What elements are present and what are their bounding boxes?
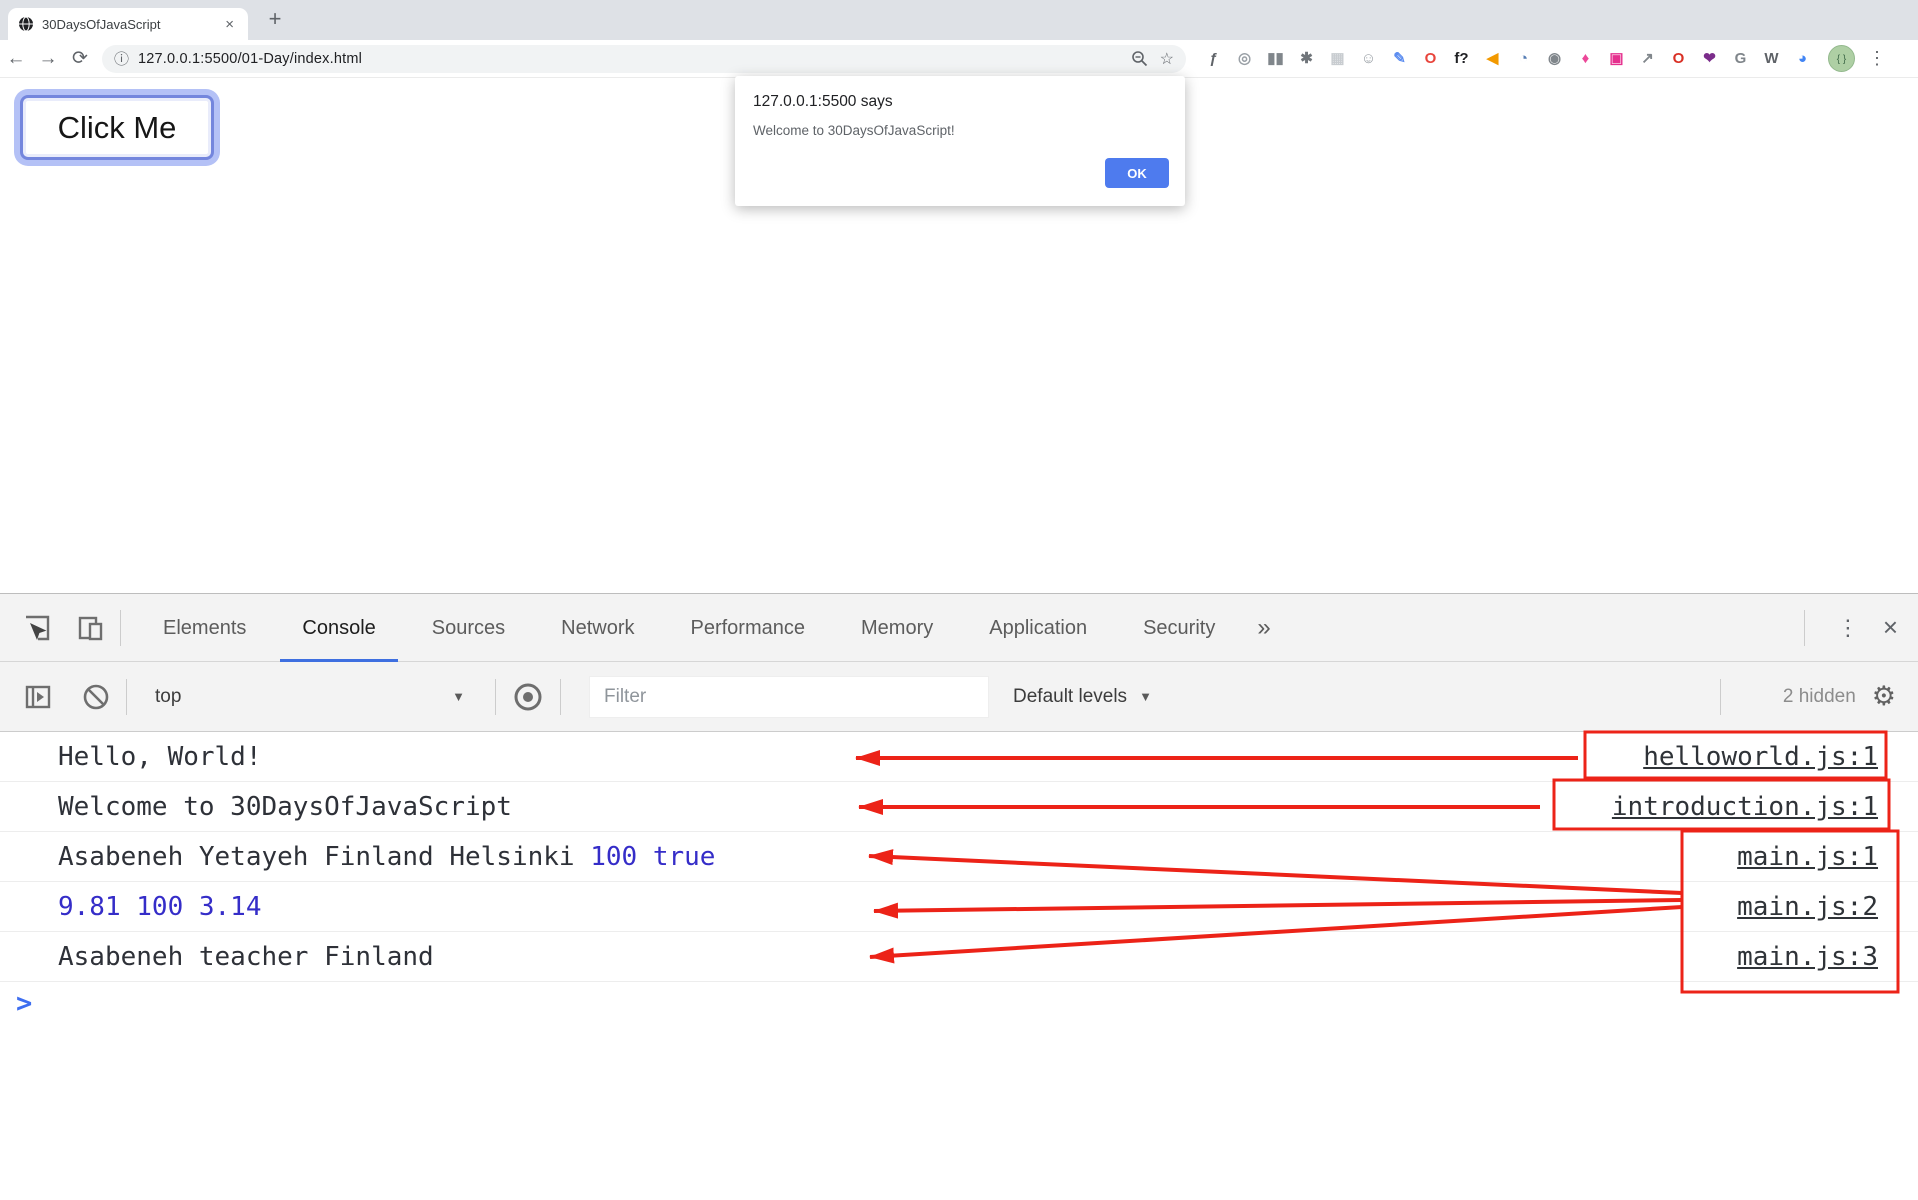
log-value: 9.81 100 3.14 xyxy=(58,892,262,922)
console-sidebar-toggle-icon[interactable] xyxy=(22,681,54,713)
extension-w-icon[interactable]: W xyxy=(1756,44,1787,74)
console-prompt-row[interactable]: > xyxy=(0,982,1918,1032)
hidden-messages-badge[interactable]: 2 hidden xyxy=(1783,686,1856,708)
tab-security[interactable]: Security xyxy=(1115,594,1243,662)
devtools-tab-bar: Elements Console Sources Network Perform… xyxy=(0,594,1918,662)
extension-camera-icon[interactable]: ◉ xyxy=(1539,44,1570,74)
console-log-row: Hello, World! helloworld.js:1 xyxy=(0,732,1918,782)
tab-performance[interactable]: Performance xyxy=(663,594,834,662)
zoom-icon[interactable] xyxy=(1131,50,1148,67)
extension-fx-icon[interactable]: ƒ xyxy=(1198,44,1229,74)
console-log-row: Asabeneh Yetayeh Finland Helsinki 100 tr… xyxy=(0,832,1918,882)
profile-avatar[interactable]: { } xyxy=(1828,45,1855,72)
source-link[interactable]: introduction.js:1 xyxy=(1612,782,1878,832)
source-link[interactable]: helloworld.js:1 xyxy=(1643,732,1878,782)
browser-toolbar: ← → ⟳ ⓘ 127.0.0.1:5500/01-Day/index.html… xyxy=(0,40,1918,78)
extension-bug-icon[interactable]: ✱ xyxy=(1291,44,1322,74)
divider xyxy=(126,678,127,715)
bookmark-star-icon[interactable]: ☆ xyxy=(1160,49,1174,69)
divider xyxy=(495,678,496,715)
tab-network[interactable]: Network xyxy=(533,594,662,662)
favicon-globe-icon xyxy=(19,16,33,32)
alert-title: 127.0.0.1:5500 says xyxy=(753,93,893,110)
log-levels-label: Default levels xyxy=(1013,685,1128,707)
source-link[interactable]: main.js:1 xyxy=(1737,832,1878,882)
console-log-row: Asabeneh teacher Finland main.js:3 xyxy=(0,932,1918,982)
site-info-icon[interactable]: ⓘ xyxy=(114,48,129,69)
tab-strip: 30DaysOfJavaScript × + xyxy=(0,0,1918,40)
click-me-button[interactable]: Click Me xyxy=(20,95,214,160)
source-link[interactable]: main.js:2 xyxy=(1737,882,1878,932)
alert-dialog: 127.0.0.1:5500 says Welcome to 30DaysOfJ… xyxy=(735,76,1185,206)
extension-pause-icon[interactable]: ▮▮ xyxy=(1260,44,1291,74)
url-text[interactable]: 127.0.0.1:5500/01-Day/index.html xyxy=(138,51,362,67)
browser-window: 30DaysOfJavaScript × + ← → ⟳ ⓘ 127.0.0.1… xyxy=(0,0,1918,1200)
extension-color-wheel-icon[interactable]: ◕ xyxy=(1787,44,1818,74)
console-filter-input[interactable] xyxy=(589,675,989,718)
console-prompt-chevron-icon: > xyxy=(16,988,33,1019)
page-content: Click Me 127.0.0.1:5500 says Welcome to … xyxy=(0,76,1918,593)
extension-opera-icon[interactable]: O xyxy=(1415,44,1446,74)
chevron-down-icon: ▼ xyxy=(1139,689,1152,704)
log-text: Hello, World! xyxy=(58,742,262,772)
extension-shield-icon[interactable]: O xyxy=(1663,44,1694,74)
tab-title: 30DaysOfJavaScript xyxy=(42,16,161,32)
extensions-row: ƒ ◎ ▮▮ ✱ ▦ ☺ ✎ O f? ◀ ◔ ◉ ♦ ▣ ↗ O ❤ G W … xyxy=(1198,44,1818,74)
alert-message: Welcome to 30DaysOfJavaScript! xyxy=(753,123,955,138)
console-log-row: Welcome to 30DaysOfJavaScript introducti… xyxy=(0,782,1918,832)
devtools-menu-icon[interactable]: ⋮ xyxy=(1819,615,1877,641)
extension-atom-icon[interactable]: ◎ xyxy=(1229,44,1260,74)
clear-console-icon[interactable] xyxy=(80,681,112,713)
inspect-element-icon[interactable] xyxy=(22,613,52,643)
devtools-close-icon[interactable]: × xyxy=(1877,612,1918,643)
extension-f-question-icon[interactable]: f? xyxy=(1446,44,1477,74)
live-expression-eye-icon[interactable] xyxy=(510,679,546,715)
context-label: top xyxy=(155,685,182,707)
back-button[interactable]: ← xyxy=(0,48,32,70)
log-text: Asabeneh teacher Finland xyxy=(58,942,434,972)
divider xyxy=(1803,609,1805,646)
extension-heart-search-icon[interactable]: ❤ xyxy=(1694,44,1725,74)
log-text: Welcome to 30DaysOfJavaScript xyxy=(58,792,512,822)
extension-grid-icon[interactable]: ▦ xyxy=(1322,44,1353,74)
extension-g-icon[interactable]: G xyxy=(1725,44,1756,74)
extension-pink-box-icon[interactable]: ▣ xyxy=(1601,44,1632,74)
source-link[interactable]: main.js:3 xyxy=(1737,932,1878,982)
extension-emoji-icon[interactable]: ☺ xyxy=(1353,44,1384,74)
console-log-row: 9.81 100 3.14 main.js:2 xyxy=(0,882,1918,932)
extension-share-icon[interactable]: ↗ xyxy=(1632,44,1663,74)
extension-eyedropper-icon[interactable]: ✎ xyxy=(1384,44,1415,74)
console-toolbar: top ▼ Default levels ▼ 2 hidden ⚙ xyxy=(0,662,1918,732)
log-value: 100 true xyxy=(590,842,716,872)
new-tab-button[interactable]: + xyxy=(260,4,290,34)
tab-sources[interactable]: Sources xyxy=(404,594,533,662)
divider xyxy=(560,678,561,715)
alert-ok-button[interactable]: OK xyxy=(1105,158,1169,188)
javascript-context-dropdown[interactable]: top ▼ xyxy=(141,686,481,708)
browser-tab[interactable]: 30DaysOfJavaScript × xyxy=(8,8,248,40)
browser-menu-icon[interactable]: ⋮ xyxy=(1865,48,1889,69)
reload-button[interactable]: ⟳ xyxy=(64,47,96,70)
divider xyxy=(1719,678,1721,715)
forward-button[interactable]: → xyxy=(32,48,64,70)
log-text: Asabeneh Yetayeh Finland Helsinki xyxy=(58,842,591,872)
console-output: Hello, World! helloworld.js:1 Welcome to… xyxy=(0,732,1918,1032)
chevron-down-icon: ▼ xyxy=(452,689,465,704)
extension-lens-icon[interactable]: ◔ xyxy=(1508,44,1539,74)
divider xyxy=(120,609,121,646)
tab-console[interactable]: Console xyxy=(274,594,403,662)
devtools-panel: Elements Console Sources Network Perform… xyxy=(0,593,1918,1200)
log-levels-dropdown[interactable]: Default levels ▼ xyxy=(1013,686,1228,708)
tab-close-icon[interactable]: × xyxy=(221,16,238,33)
extension-bell-icon[interactable]: ♦ xyxy=(1570,44,1601,74)
address-bar[interactable]: ⓘ 127.0.0.1:5500/01-Day/index.html ☆ xyxy=(102,44,1186,73)
extension-megaphone-icon[interactable]: ◀ xyxy=(1477,44,1508,74)
device-toolbar-icon[interactable] xyxy=(76,613,106,643)
tab-memory[interactable]: Memory xyxy=(833,594,961,662)
tab-application[interactable]: Application xyxy=(961,594,1115,662)
console-settings-gear-icon[interactable]: ⚙ xyxy=(1872,681,1896,712)
tab-elements[interactable]: Elements xyxy=(135,594,274,662)
more-tabs-icon[interactable]: » xyxy=(1243,614,1284,642)
